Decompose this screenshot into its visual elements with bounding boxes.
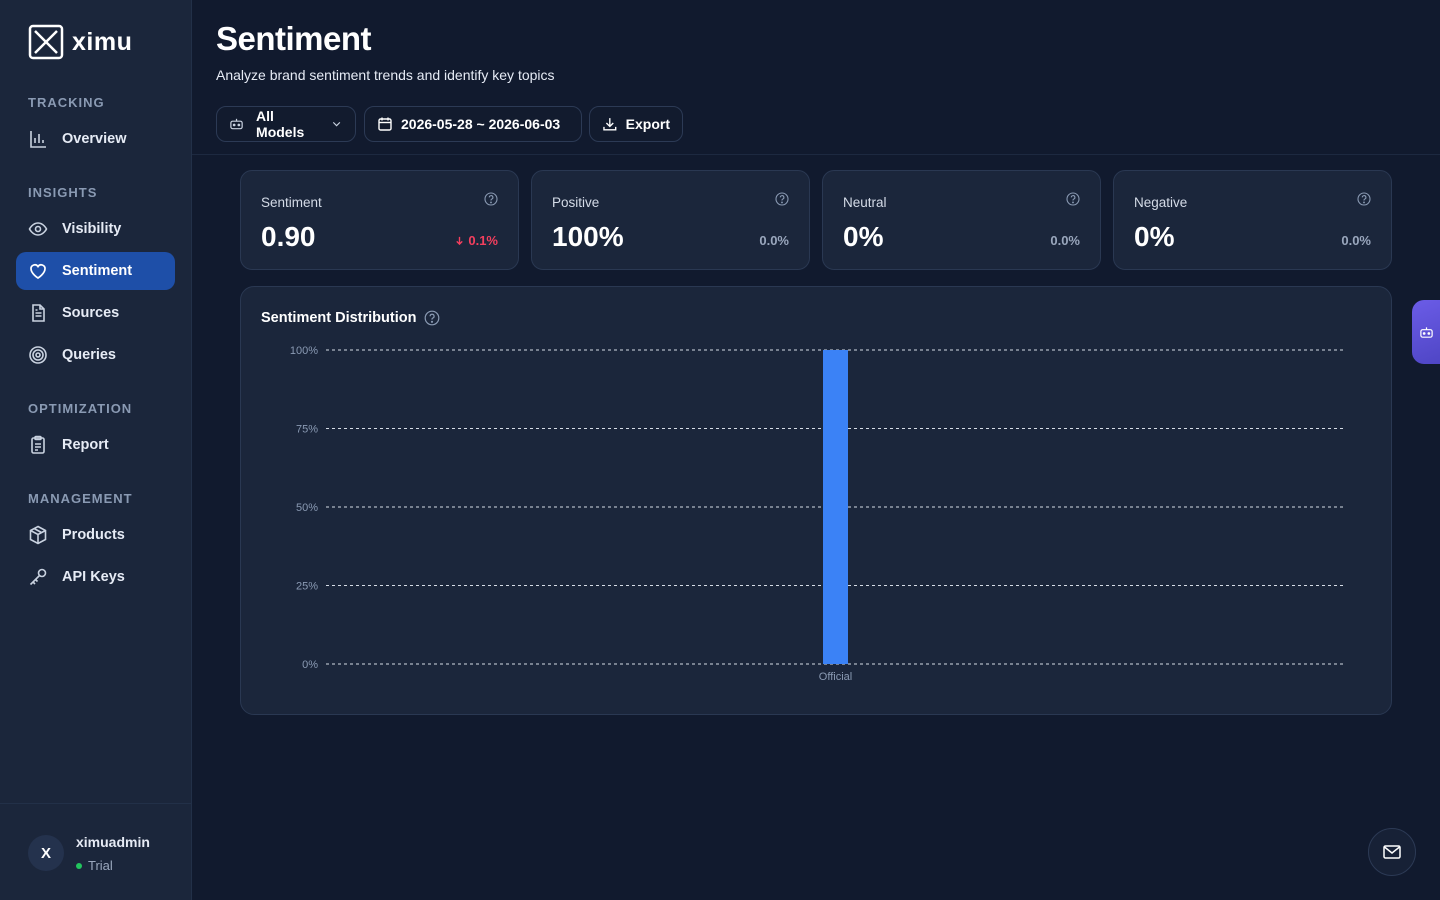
section-title-optimization: OPTIMIZATION bbox=[28, 401, 133, 416]
help-icon[interactable] bbox=[484, 192, 498, 206]
plan-label: Trial bbox=[88, 858, 113, 873]
sidebar-item-label: Overview bbox=[62, 131, 127, 147]
stat-delta-value: 0.0% bbox=[1341, 233, 1371, 248]
stat-label: Negative bbox=[1134, 195, 1188, 210]
bar-official[interactable] bbox=[823, 350, 848, 664]
sentiment-distribution-chart: 0% 25% 50% 75% 100% Official bbox=[290, 345, 1343, 683]
sidebar-item-label: Report bbox=[62, 437, 109, 453]
x-tick-label: Official bbox=[819, 671, 852, 683]
document-icon bbox=[32, 304, 45, 322]
robot-icon bbox=[1419, 326, 1433, 338]
date-range-picker[interactable]: 2026-05-28 ~ 2026-06-03 bbox=[364, 106, 582, 142]
y-tick-label: 25% bbox=[296, 581, 318, 593]
stat-delta: 0.1% bbox=[454, 233, 498, 248]
stat-value: 0.90 bbox=[261, 221, 316, 252]
stat-label: Sentiment bbox=[261, 195, 322, 210]
stat-value: 0% bbox=[1134, 221, 1175, 252]
stat-card-sentiment: Sentiment 0.90 0.1% bbox=[240, 170, 519, 270]
box-icon bbox=[29, 525, 47, 545]
stat-card-positive: Positive 100% 0.0% bbox=[531, 170, 810, 270]
key-icon bbox=[29, 568, 47, 586]
y-tick-label: 0% bbox=[302, 659, 318, 671]
stat-delta: 0.0% bbox=[1341, 233, 1371, 248]
sidebar-item-api-keys[interactable]: API Keys bbox=[16, 558, 175, 596]
header-divider bbox=[192, 154, 1440, 155]
sidebar-item-label: Visibility bbox=[62, 221, 122, 237]
stat-value: 100% bbox=[552, 221, 624, 252]
y-tick-label: 100% bbox=[290, 345, 318, 357]
sidebar-item-report[interactable]: Report bbox=[16, 426, 175, 464]
stat-value: 0% bbox=[843, 221, 884, 252]
stat-label: Neutral bbox=[843, 195, 887, 210]
heart-icon bbox=[30, 264, 46, 279]
stat-delta-value: 0.0% bbox=[759, 233, 789, 248]
sidebar-item-label: Products bbox=[62, 527, 125, 543]
page-subtitle: Analyze brand sentiment trends and ident… bbox=[216, 67, 555, 83]
sidebar-item-visibility[interactable]: Visibility bbox=[16, 210, 175, 248]
sidebar-item-sources[interactable]: Sources bbox=[16, 294, 175, 332]
page-title: Sentiment bbox=[216, 20, 372, 57]
y-tick-label: 75% bbox=[296, 424, 318, 436]
user-plan: Trial bbox=[76, 858, 113, 873]
calendar-icon bbox=[378, 117, 392, 131]
robot-icon bbox=[230, 118, 243, 130]
app-logo[interactable]: ximu bbox=[28, 24, 132, 60]
avatar[interactable]: X bbox=[28, 835, 64, 871]
stat-delta-value: 0.0% bbox=[1050, 233, 1080, 248]
sidebar-item-label: Sentiment bbox=[62, 263, 133, 279]
status-dot bbox=[76, 862, 82, 869]
arrow-down-icon bbox=[456, 236, 464, 246]
stat-card-neutral: Neutral 0% 0.0% bbox=[822, 170, 1101, 270]
clipboard-icon bbox=[31, 435, 45, 454]
bar-chart-icon bbox=[30, 131, 46, 148]
sidebar: ximu TRACKING Overview INSIGHTS Visibili… bbox=[0, 0, 192, 900]
sidebar-item-queries[interactable]: Queries bbox=[16, 336, 175, 374]
assistant-side-tab[interactable] bbox=[1412, 300, 1440, 364]
sidebar-item-sentiment[interactable]: Sentiment bbox=[16, 252, 175, 290]
stat-card-negative: Negative 0% 0.0% bbox=[1113, 170, 1392, 270]
help-icon[interactable] bbox=[1357, 192, 1371, 206]
user-profile[interactable]: X ximuadmin Trial bbox=[0, 803, 191, 900]
section-title-tracking: TRACKING bbox=[28, 95, 105, 110]
ximu-logo-icon bbox=[28, 24, 64, 60]
stat-delta: 0.0% bbox=[1050, 233, 1080, 248]
chevron-down-icon bbox=[332, 121, 341, 127]
model-select[interactable]: All Models bbox=[216, 106, 356, 142]
help-icon[interactable] bbox=[775, 192, 789, 206]
app-name: ximu bbox=[72, 27, 133, 56]
target-icon bbox=[29, 346, 47, 364]
mail-button[interactable] bbox=[1368, 828, 1416, 876]
stat-label: Positive bbox=[552, 195, 600, 210]
sidebar-item-label: Sources bbox=[62, 305, 120, 321]
sidebar-item-label: API Keys bbox=[62, 569, 125, 585]
sentiment-distribution-panel: Sentiment Distribution 0% 25% 50% 75% 100% Of… bbox=[240, 286, 1392, 715]
y-tick-label: 50% bbox=[296, 502, 318, 514]
sidebar-item-label: Queries bbox=[62, 347, 116, 363]
model-select-label: All Models bbox=[256, 108, 305, 140]
section-title-management: MANAGEMENT bbox=[28, 491, 133, 506]
stat-delta-value: 0.1% bbox=[468, 233, 498, 248]
export-button[interactable]: Export bbox=[589, 106, 683, 142]
help-icon[interactable] bbox=[1066, 192, 1080, 206]
date-range-label: 2026-05-28 ~ 2026-06-03 bbox=[401, 116, 561, 132]
eye-icon bbox=[28, 222, 48, 236]
user-name: ximuadmin bbox=[76, 834, 150, 850]
stat-delta: 0.0% bbox=[759, 233, 789, 248]
sidebar-item-products[interactable]: Products bbox=[16, 516, 175, 554]
sidebar-item-overview[interactable]: Overview bbox=[16, 120, 175, 158]
export-label: Export bbox=[625, 116, 670, 132]
download-icon bbox=[603, 118, 617, 131]
mail-icon bbox=[1383, 845, 1401, 859]
section-title-insights: INSIGHTS bbox=[28, 185, 98, 200]
